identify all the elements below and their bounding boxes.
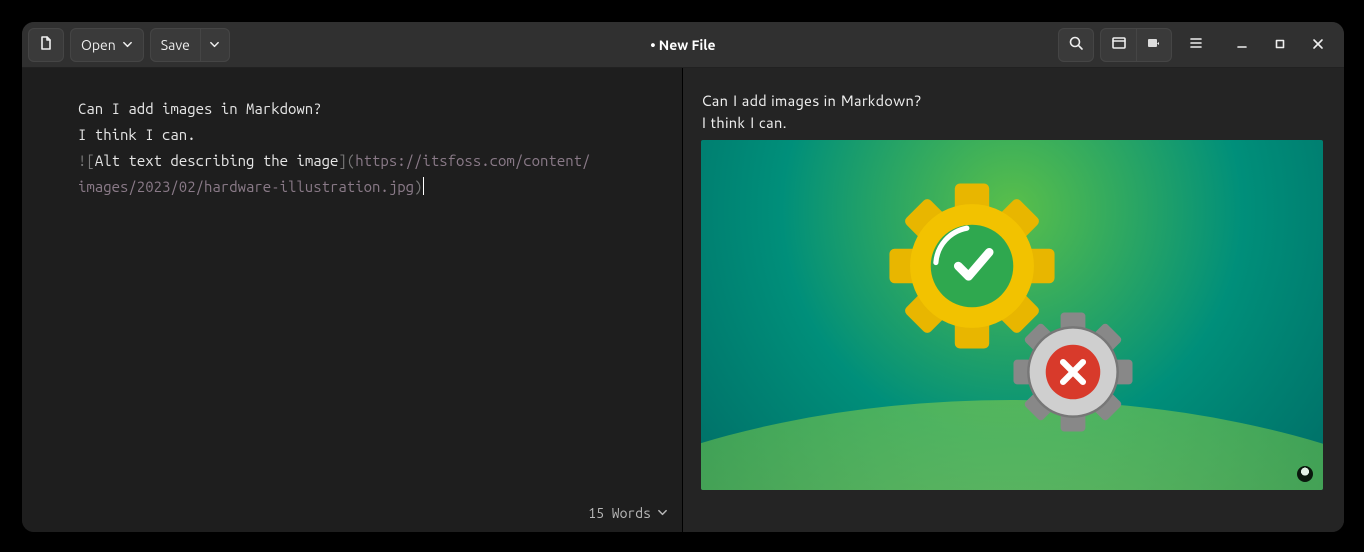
md-image-prefix: ![ [78,152,95,169]
window-title: • New File [650,37,715,53]
md-image-alt: Alt text describing the image [95,152,339,169]
editor-view-button[interactable] [1100,28,1136,62]
save-button[interactable]: Save [150,28,200,62]
chevron-down-icon [122,37,133,53]
search-button[interactable] [1058,28,1094,62]
gear-error-icon [1011,310,1135,434]
save-menu-button[interactable] [200,28,230,62]
content-area: Can I add images in Markdown? I think I … [22,68,1344,532]
watermark-icon [1297,466,1313,482]
editor-line: I think I can. [78,126,196,143]
header-bar: Open Save • New File [22,22,1344,68]
preview-pane: Can I add images in Markdown? I think I … [683,68,1344,532]
window-controls [1230,33,1330,57]
md-image-url-part1: https://itsfoss.com/content/ [355,152,590,169]
open-button-group: Open [70,28,144,62]
maximize-icon [1274,36,1286,54]
hamburger-menu-button[interactable] [1178,28,1214,62]
preview-view-button[interactable] [1136,28,1172,62]
minimize-icon [1236,36,1248,54]
md-image-mid: ]( [338,152,355,169]
new-document-icon [38,35,54,54]
editor-line: Can I add images in Markdown? [78,100,322,117]
md-image-suffix: ) [414,178,422,195]
editor-view-icon [1111,35,1127,54]
new-tab-button[interactable] [28,28,64,62]
rendered-image [701,140,1323,490]
word-count-button[interactable]: 15 Words [588,500,668,526]
maximize-button[interactable] [1268,33,1292,57]
open-button[interactable]: Open [70,28,144,62]
word-count-label: 15 Words [588,500,651,526]
save-label: Save [161,37,190,53]
close-icon [1312,36,1324,54]
editor-pane[interactable]: Can I add images in Markdown? I think I … [22,68,683,532]
chevron-down-icon [209,37,220,53]
app-window: Open Save • New File [22,22,1344,532]
preview-line: I think I can. [701,112,1326,134]
preview-line: Can I add images in Markdown? [701,90,1326,112]
minimize-button[interactable] [1230,33,1254,57]
close-button[interactable] [1306,33,1330,57]
view-mode-group [1100,28,1172,62]
open-label: Open [81,37,116,53]
search-icon [1068,35,1084,54]
text-cursor [423,177,424,195]
preview-view-icon [1146,35,1162,54]
md-image-url-part2: images/2023/02/hardware-illustration.jpg [78,178,414,195]
save-button-group: Save [150,28,230,62]
chevron-down-icon [657,500,668,526]
hamburger-icon [1188,35,1204,54]
